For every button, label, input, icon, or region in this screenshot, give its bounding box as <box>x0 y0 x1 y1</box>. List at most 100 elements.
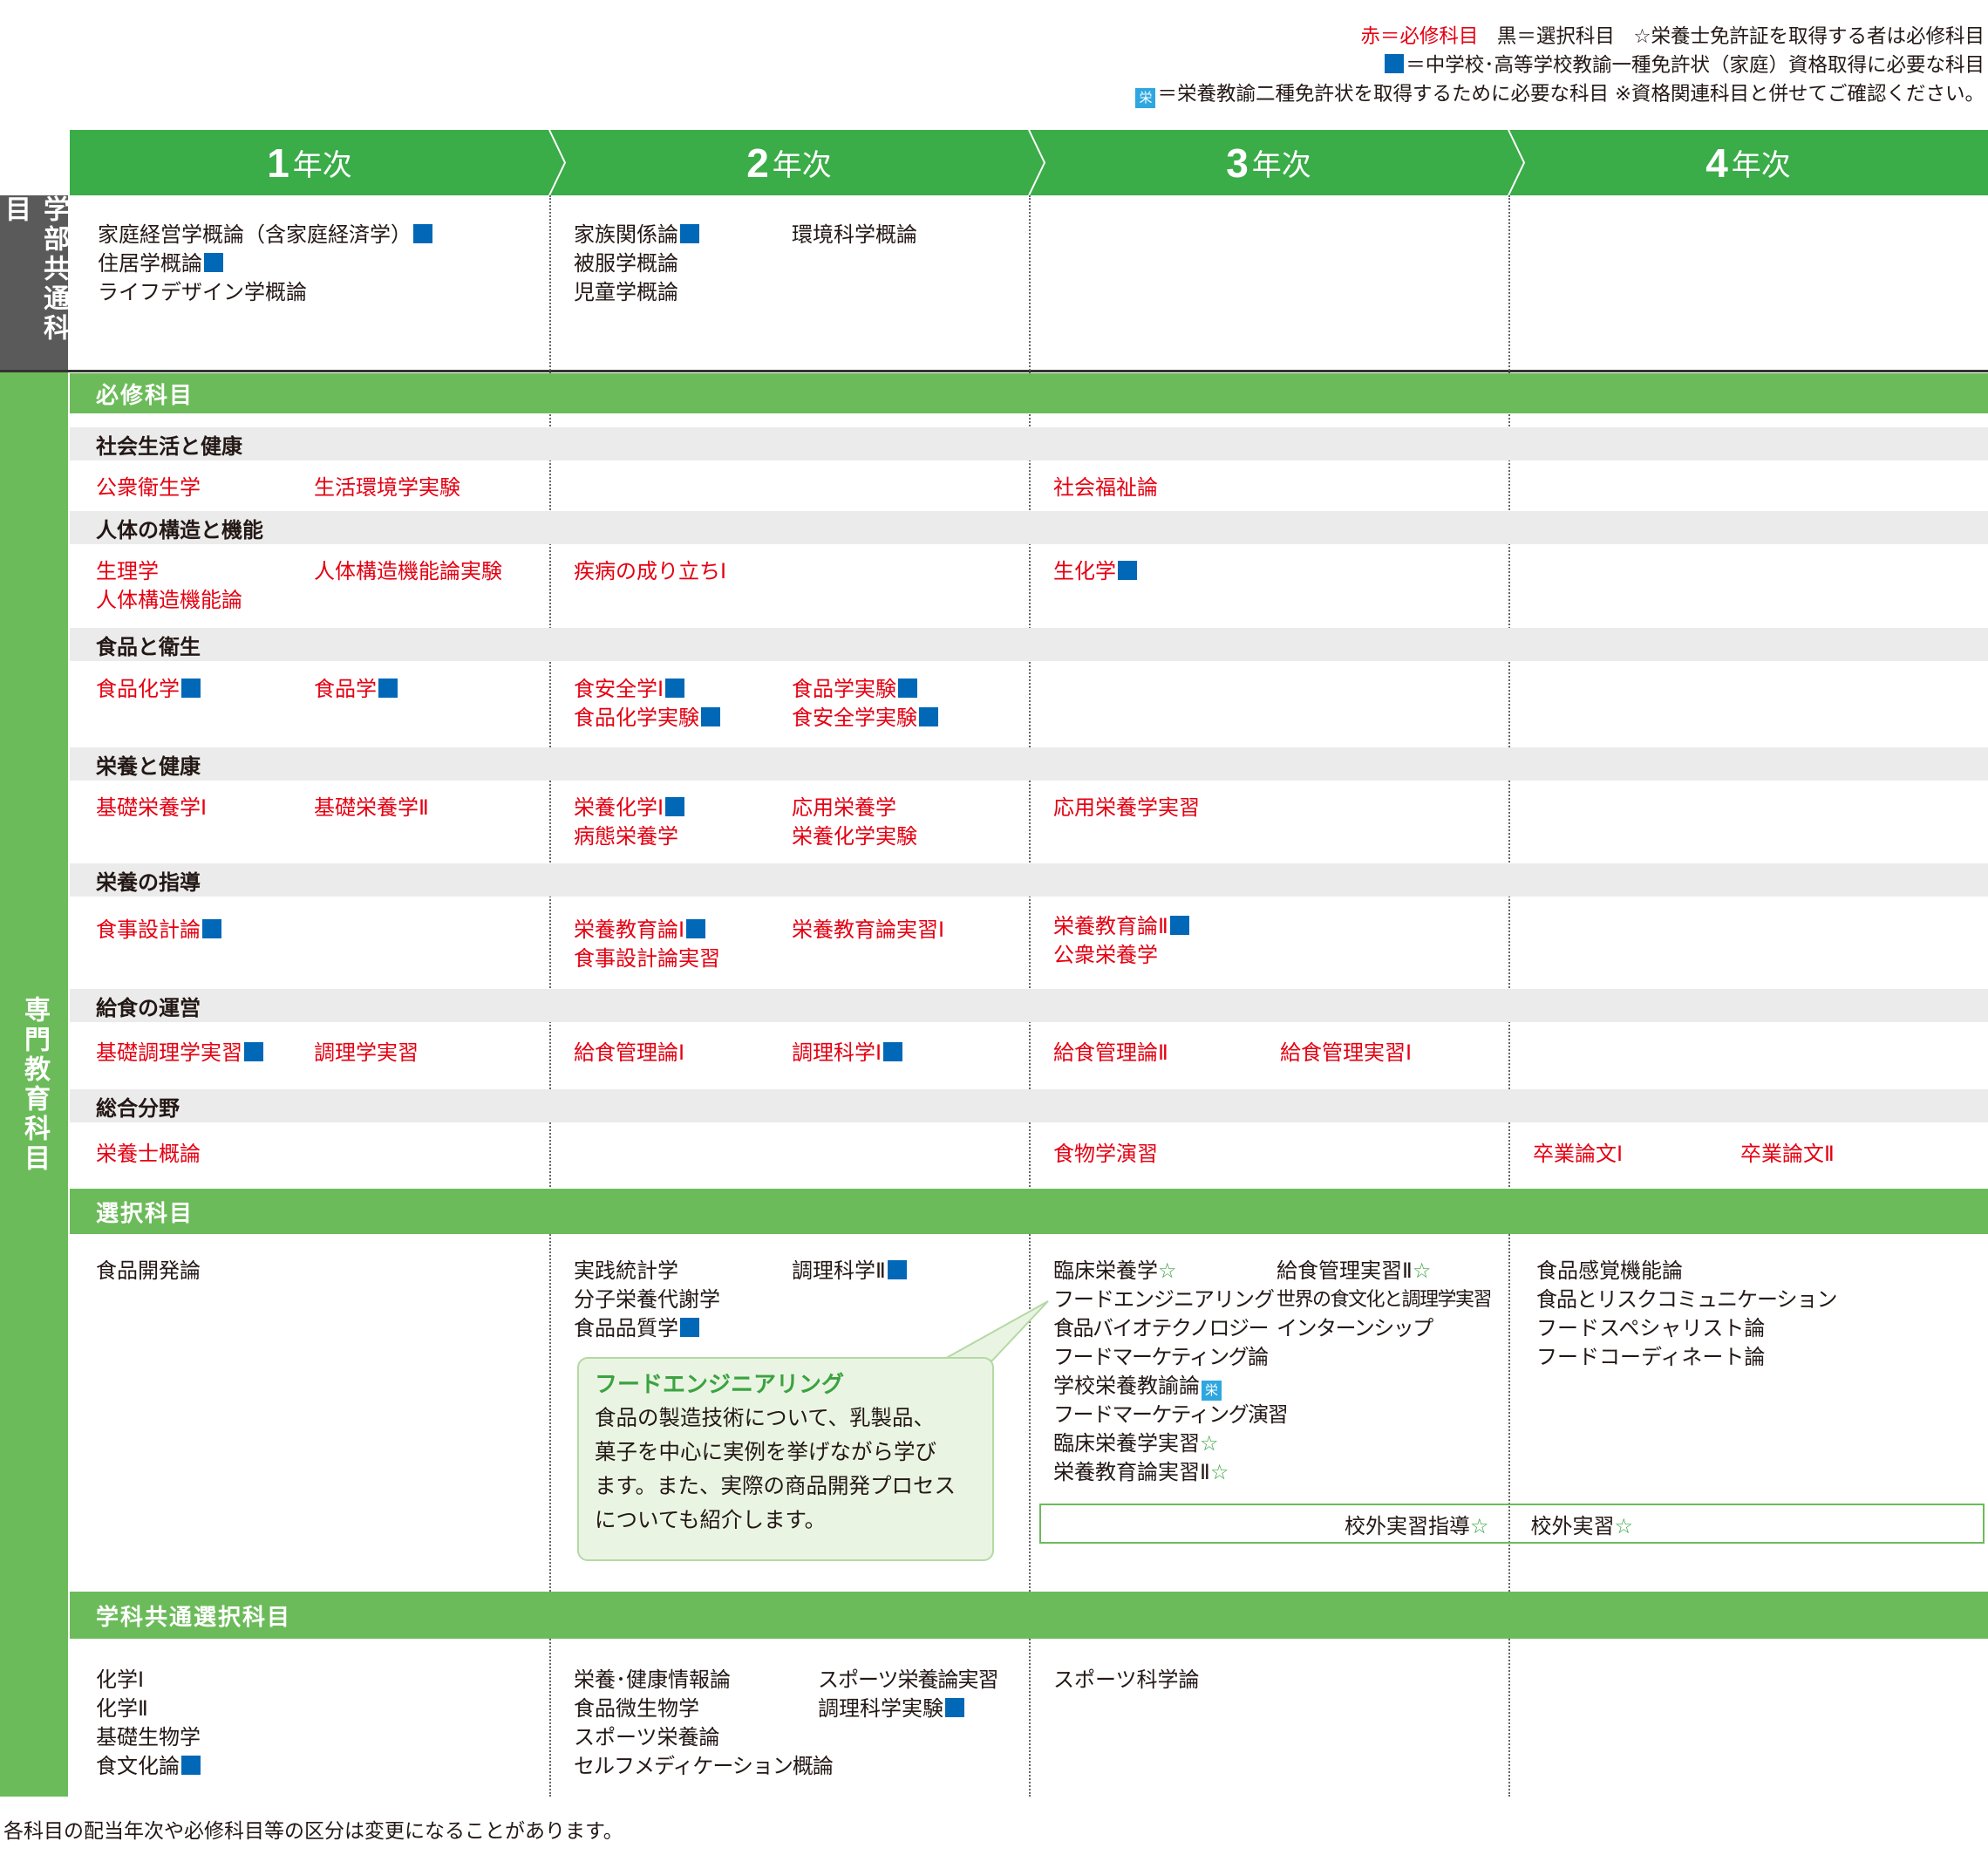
blue-square-icon <box>883 1042 903 1061</box>
blue-square-icon <box>680 224 699 243</box>
subsection-catering: 給食の運営 <box>70 989 1988 1022</box>
subsection-social: 社会生活と健康 <box>70 427 1988 460</box>
blue-square-icon <box>202 919 221 938</box>
subsection-nutrition: 栄養と健康 <box>70 747 1988 781</box>
year-number: 2 <box>746 140 769 186</box>
course-item: 栄養教育論実習Ⅰ <box>792 917 945 942</box>
star-icon: ☆ <box>1200 1431 1219 1456</box>
legend-line-1: 赤＝必修科目 黒＝選択科目 ☆栄養士免許証を取得する者は必修科目 <box>1360 23 1985 51</box>
course-item: 栄養教育論実習Ⅱ☆ <box>1053 1460 1229 1484</box>
course-item: 世界の食文化と調理学実習 <box>1277 1289 1493 1311</box>
blue-square-icon <box>898 679 917 698</box>
course-item: 栄養教育論Ⅱ <box>1053 912 1191 941</box>
course-item: フードスペシャリスト論 <box>1536 1316 1766 1340</box>
course-item: 応用栄養学実習 <box>1053 795 1200 820</box>
eiyo-badge-icon: 栄 <box>1135 88 1156 108</box>
course-item: 調理科学Ⅱ <box>792 1257 909 1286</box>
blue-square-icon <box>1118 561 1137 580</box>
dept-elective-section-bar: 学科共通選択科目 <box>70 1592 1988 1639</box>
section-divider <box>0 370 1988 372</box>
course-item: 栄養化学Ⅰ <box>574 794 686 822</box>
course-item: 家族関係論 <box>574 221 701 249</box>
course-item: 人体構造機能論 <box>96 588 242 612</box>
year-label: 年次 <box>772 148 832 183</box>
blue-square-icon <box>1169 916 1189 935</box>
year-number: 4 <box>1705 140 1728 186</box>
course-item: 基礎生物学 <box>96 1725 201 1749</box>
course-item: 基礎栄養学Ⅱ <box>314 795 429 820</box>
course-item: 児童学概論 <box>574 280 678 304</box>
year-1-header: 1 年次 <box>70 130 549 195</box>
course-item: 家庭経営学概論（含家庭経済学） <box>98 221 434 249</box>
legend-star-note: ☆栄養士免許証を取得する者は必修科目 <box>1633 25 1985 48</box>
legend-elective: 黒＝選択科目 <box>1496 25 1615 48</box>
legend-line-3: 栄＝栄養教諭二種免許状を取得するために必要な科目 ※資格関連科目と併せてご確認く… <box>1134 80 1985 109</box>
blue-square-icon <box>701 707 720 726</box>
blue-square-icon <box>665 797 685 816</box>
course-item: 栄養化学実験 <box>792 824 917 849</box>
year-label: 年次 <box>292 148 352 183</box>
blue-square-icon <box>413 224 432 243</box>
course-item: インターンシップ <box>1277 1316 1433 1340</box>
course-item: 学校栄養教諭論栄 <box>1053 1372 1223 1401</box>
course-item: 栄養･健康情報論 <box>574 1667 731 1692</box>
subsection-body: 人体の構造と機能 <box>70 511 1988 544</box>
side-label-text: 学部共通科目 <box>0 195 69 344</box>
year-number: 3 <box>1226 140 1249 186</box>
blue-square-icon <box>244 1042 263 1061</box>
course-item: 基礎栄養学Ⅰ <box>96 795 208 820</box>
blue-square-icon <box>1385 54 1405 73</box>
callout-title: フードエンジニアリング <box>595 1372 845 1398</box>
course-item: 疾病の成り立ちⅠ <box>574 559 727 583</box>
course-item: 食品微生物学 <box>574 1696 699 1721</box>
course-item: 校外実習指導☆ <box>1345 1513 1489 1538</box>
year-label: 年次 <box>1251 148 1311 183</box>
star-icon: ☆ <box>1614 1513 1634 1538</box>
star-icon: ☆ <box>1209 1460 1229 1484</box>
course-item: 化学Ⅱ <box>96 1696 148 1721</box>
course-item: 公衆衛生学 <box>96 475 201 500</box>
year-4-header: 4 年次 <box>1508 130 1988 195</box>
course-item: 生化学 <box>1053 557 1139 586</box>
blue-square-icon <box>378 679 398 698</box>
course-item: 校外実習☆ <box>1530 1513 1634 1538</box>
course-item: 臨床栄養学実習☆ <box>1053 1431 1219 1456</box>
course-item: 食品バイオテクノロジー <box>1053 1316 1270 1340</box>
side-label-common: 学部共通科目 <box>0 195 69 370</box>
course-item: 生活環境学実験 <box>314 475 460 500</box>
course-item: 食品化学 <box>96 675 202 704</box>
year-2-header: 2 年次 <box>549 130 1029 195</box>
subsection-general: 総合分野 <box>70 1089 1988 1122</box>
course-item: セルフメディケーション概論 <box>574 1754 834 1778</box>
blue-square-icon <box>181 1756 201 1775</box>
course-item: 卒業論文Ⅰ <box>1533 1142 1624 1166</box>
subsection-guidance: 栄養の指導 <box>70 863 1988 897</box>
course-item: 食事設計論実習 <box>574 946 720 971</box>
footnote: 各科目の配当年次や必修科目等の区分は変更になることがあります。 <box>3 1820 623 1843</box>
blue-square-icon <box>680 1318 699 1337</box>
star-icon: ☆ <box>1412 1258 1432 1283</box>
blue-square-icon <box>686 919 706 938</box>
course-item: 社会福祉論 <box>1053 475 1158 500</box>
year-number: 1 <box>267 140 289 186</box>
course-item: 実践統計学 <box>574 1258 678 1283</box>
course-item: 給食管理論Ⅱ <box>1053 1040 1168 1065</box>
side-label-text: 専門教育科目 <box>19 995 50 1174</box>
course-item: 食事設計論 <box>96 916 223 945</box>
curriculum-page: { "legend": { "red_required": "赤＝必修科目", … <box>0 0 1988 1855</box>
course-item: スポーツ科学論 <box>1053 1667 1200 1692</box>
course-item: ライフデザイン学概論 <box>98 280 307 304</box>
year-3-header: 3 年次 <box>1029 130 1508 195</box>
course-item: 公衆栄養学 <box>1053 943 1158 967</box>
course-item: 食安全学Ⅰ <box>574 675 686 704</box>
course-item: フードエンジニアリング <box>1053 1287 1275 1312</box>
course-item: 調理科学実験 <box>818 1695 966 1723</box>
course-item: 食品学 <box>314 675 399 704</box>
blue-square-icon <box>887 1260 907 1279</box>
course-item: 栄養士概論 <box>96 1142 201 1166</box>
course-item: 化学Ⅰ <box>96 1667 145 1692</box>
course-item: 食物学演習 <box>1053 1142 1158 1166</box>
course-item: 食文化論 <box>96 1752 202 1781</box>
course-item: 分子栄養代謝学 <box>574 1287 720 1312</box>
course-item: 調理科学Ⅰ <box>792 1039 904 1067</box>
